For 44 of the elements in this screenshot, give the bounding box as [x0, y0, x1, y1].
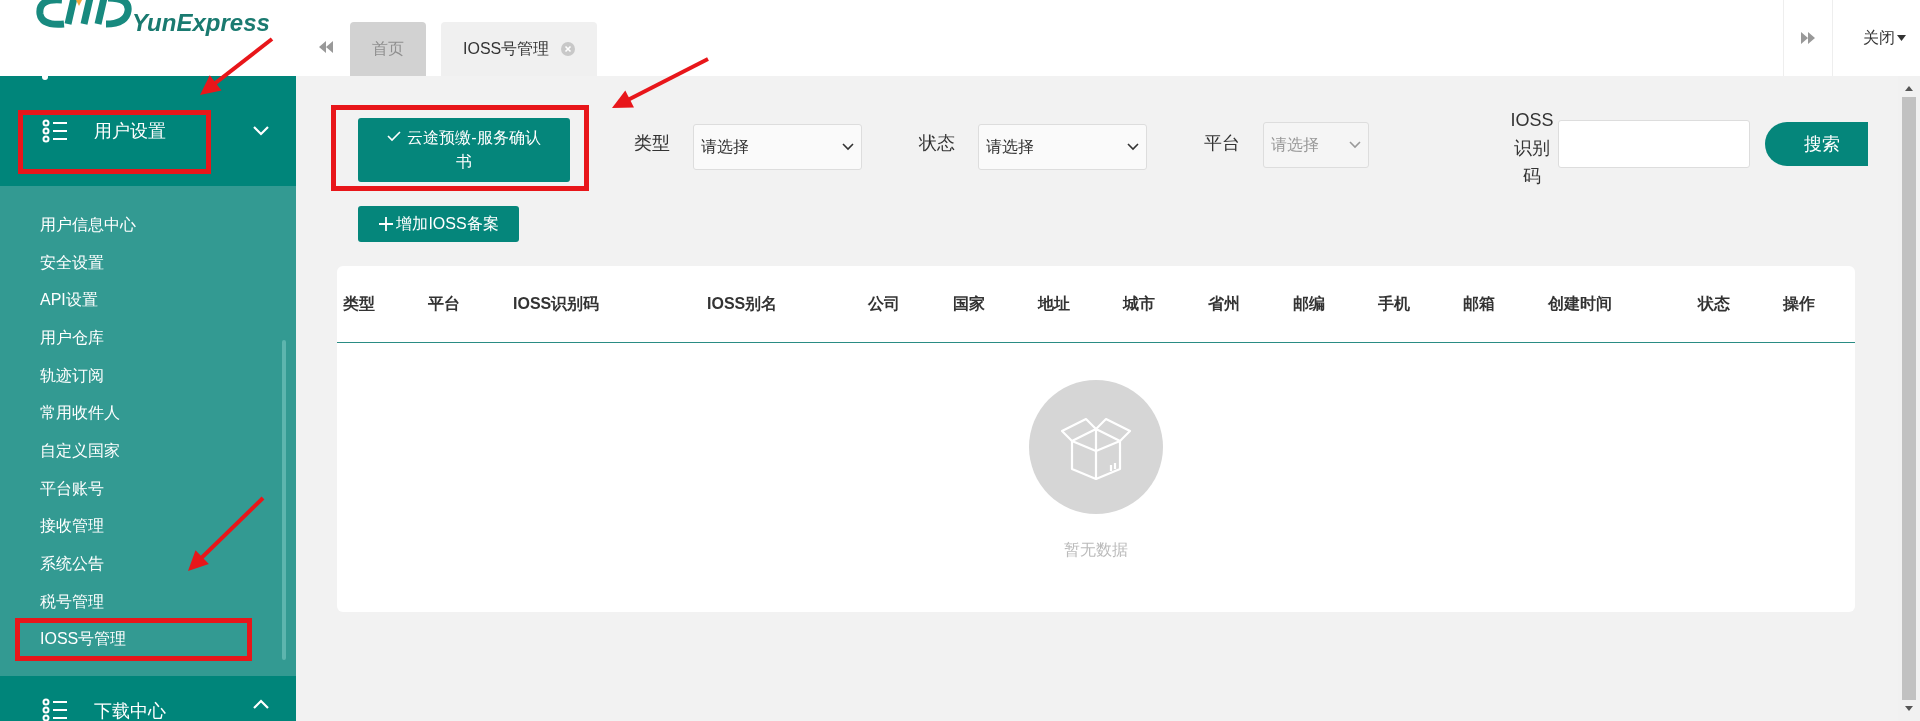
menu-item[interactable]: 轨迹订阅: [40, 356, 104, 395]
column-header: 平台: [428, 294, 460, 314]
tab[interactable]: 首页: [350, 22, 426, 76]
tab-label: 首页: [372, 39, 404, 59]
column-header: 邮编: [1293, 294, 1325, 314]
menu-item[interactable]: 常用收件人: [40, 394, 120, 433]
empty-text: 暂无数据: [1064, 540, 1128, 560]
menu-item[interactable]: API设置: [40, 281, 98, 320]
column-header: 状态: [1698, 294, 1730, 314]
tab[interactable]: IOSS号管理: [441, 22, 598, 76]
menu-item[interactable]: 用户仓库: [40, 319, 104, 357]
filter-label: 状态: [919, 132, 955, 155]
filter-label: 平台: [1204, 132, 1240, 155]
menu-group-label: 下载中心: [94, 700, 167, 721]
column-header: 类型: [343, 294, 375, 314]
menu-item[interactable]: 接收管理: [40, 507, 104, 546]
column-header: 创建时间: [1548, 294, 1612, 314]
menu-item[interactable]: 税号管理: [40, 582, 104, 621]
column-header: 省州: [1208, 294, 1240, 314]
column-header: 邮箱: [1463, 294, 1495, 314]
search-button[interactable]: 搜索: [1765, 122, 1868, 166]
column-header: 国家: [953, 294, 985, 314]
menu-item[interactable]: 用户信息中心: [40, 206, 136, 244]
menu-item[interactable]: 安全设置: [40, 243, 104, 282]
column-header: 地址: [1038, 294, 1070, 314]
column-header: 手机: [1378, 294, 1410, 314]
menu-item[interactable]: 自定义国家: [40, 432, 120, 470]
column-header: 城市: [1123, 294, 1155, 314]
ioss-code-label: IOSS识别码: [1509, 109, 1555, 188]
add-ioss-button[interactable]: 增加IOSS备案: [358, 206, 519, 242]
menu-item[interactable]: 平台账号: [40, 469, 104, 508]
column-header: 操作: [1783, 294, 1815, 314]
select-field[interactable]: 请选择: [978, 124, 1147, 170]
menu-item[interactable]: 系统公告: [40, 545, 104, 583]
service-confirm-button[interactable]: 云途预缴-服务确认书: [358, 118, 570, 182]
filter-label: 类型: [634, 132, 670, 155]
tab-label: IOSS号管理: [463, 39, 550, 59]
column-header: IOSS别名: [707, 294, 778, 314]
logo-text: YunExpress: [132, 8, 270, 38]
column-header: 公司: [868, 294, 900, 314]
menu-item[interactable]: IOSS号管理: [40, 620, 127, 659]
column-header: IOSS识别码: [513, 294, 600, 314]
menu-group-label: 用户设置: [94, 119, 167, 143]
select-field[interactable]: 请选择: [693, 124, 862, 170]
